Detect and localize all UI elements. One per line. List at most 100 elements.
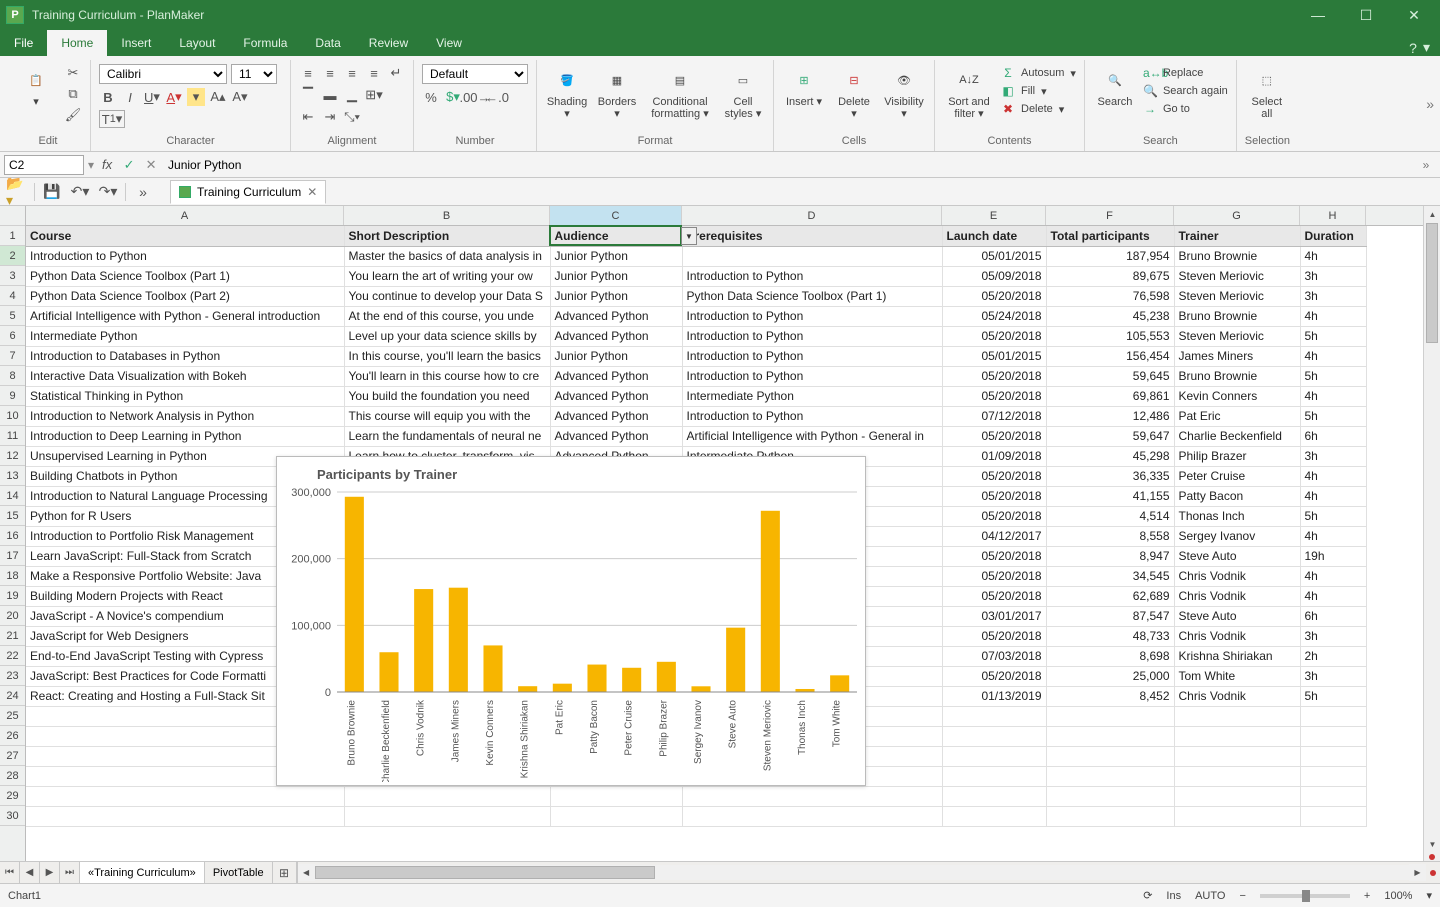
cell[interactable]	[1174, 766, 1300, 786]
delete-button[interactable]: ⊟Delete ▾	[832, 64, 876, 122]
row-header[interactable]: 25	[0, 706, 25, 726]
table-header-cell[interactable]: Course	[26, 226, 344, 246]
row-header[interactable]: 5	[0, 306, 25, 326]
cell[interactable]: 4,514	[1046, 506, 1174, 526]
row-header[interactable]: 29	[0, 786, 25, 806]
row-header[interactable]: 21	[0, 626, 25, 646]
cell[interactable]: Master the basics of data analysis in	[344, 246, 550, 266]
row-header[interactable]: 26	[0, 726, 25, 746]
formula-input[interactable]	[164, 155, 1412, 175]
cell[interactable]	[1300, 706, 1366, 726]
cell[interactable]: Junior Python	[550, 246, 682, 266]
cell[interactable]: 8,947	[1046, 546, 1174, 566]
cell[interactable]: 59,645	[1046, 366, 1174, 386]
row-header[interactable]: 7	[0, 346, 25, 366]
cell[interactable]: 5h	[1300, 506, 1366, 526]
valign-top-button[interactable]: ▔	[299, 86, 317, 104]
cell[interactable]: 4h	[1300, 346, 1366, 366]
cell[interactable]	[1046, 806, 1174, 826]
maximize-button[interactable]: ☐	[1346, 0, 1386, 30]
cell[interactable]: Chris Vodnik	[1174, 586, 1300, 606]
cell[interactable]: 05/20/2018	[942, 626, 1046, 646]
table-header-cell[interactable]: Audience	[550, 226, 682, 246]
menu-tab-insert[interactable]: Insert	[107, 30, 165, 56]
cell[interactable]: Advanced Python	[550, 386, 682, 406]
cell[interactable]: 25,000	[1046, 666, 1174, 686]
row-header[interactable]: 9	[0, 386, 25, 406]
cell[interactable]: Sergey Ivanov	[1174, 526, 1300, 546]
visibility-button[interactable]: 👁Visibility ▾	[882, 64, 926, 122]
cell[interactable]: Thonas Inch	[1174, 506, 1300, 526]
sheet-tab-active[interactable]: «Training Curriculum»	[80, 862, 205, 883]
undo-icon[interactable]: ↶▾	[69, 181, 91, 203]
ribbon-expand-icon[interactable]: »	[1426, 96, 1434, 112]
cell[interactable]: 05/20/2018	[942, 506, 1046, 526]
menu-tab-home[interactable]: Home	[47, 30, 107, 56]
row-header[interactable]: 18	[0, 566, 25, 586]
accept-icon[interactable]: ✓	[120, 156, 138, 174]
cell[interactable]: Intermediate Python	[682, 386, 942, 406]
row-header[interactable]: 19	[0, 586, 25, 606]
bold-button[interactable]: B	[99, 88, 117, 106]
zoom-slider[interactable]	[1260, 894, 1350, 898]
cell[interactable]: 03/01/2017	[942, 606, 1046, 626]
sync-icon[interactable]: ⟳	[1143, 889, 1152, 902]
cell[interactable]: James Miners	[1174, 346, 1300, 366]
row-header[interactable]: 15	[0, 506, 25, 526]
row-header[interactable]: 23	[0, 666, 25, 686]
cell[interactable]: 05/01/2015	[942, 346, 1046, 366]
dec-decimal-button[interactable]: ←.0	[488, 88, 506, 106]
row-header[interactable]: 4	[0, 286, 25, 306]
column-header[interactable]: C	[550, 206, 682, 225]
cell[interactable]	[1046, 766, 1174, 786]
cell[interactable]: Charlie Beckenfield	[1174, 426, 1300, 446]
cell[interactable]: 3h	[1300, 286, 1366, 306]
row-header[interactable]: 11	[0, 426, 25, 446]
row-header[interactable]: 6	[0, 326, 25, 346]
cell[interactable]	[1300, 746, 1366, 766]
cell[interactable]: Philip Brazer	[1174, 446, 1300, 466]
cell[interactable]: 4h	[1300, 246, 1366, 266]
cell[interactable]: 3h	[1300, 266, 1366, 286]
cell[interactable]: 87,547	[1046, 606, 1174, 626]
cell[interactable]: 19h	[1300, 546, 1366, 566]
close-doc-icon[interactable]: ✕	[307, 185, 317, 199]
cell[interactable]: 45,298	[1046, 446, 1174, 466]
copy-icon[interactable]: ⧉	[64, 85, 82, 103]
cell[interactable]: Patty Bacon	[1174, 486, 1300, 506]
autosum-button[interactable]: ΣAutosum ▾	[1001, 66, 1076, 80]
delete-contents-button[interactable]: ✖Delete ▾	[1001, 102, 1076, 116]
cell[interactable]: 5h	[1300, 686, 1366, 706]
column-header[interactable]: A	[26, 206, 344, 225]
cell[interactable]: 07/03/2018	[942, 646, 1046, 666]
cell-reference-input[interactable]	[4, 155, 84, 175]
cell[interactable]: Kevin Conners	[1174, 386, 1300, 406]
cell[interactable]	[1174, 726, 1300, 746]
orientation-button[interactable]: ⤡▾	[343, 108, 361, 126]
cell[interactable]: You'll learn in this course how to cre	[344, 366, 550, 386]
open-icon[interactable]: 📂▾	[6, 181, 28, 203]
cell[interactable]: 62,689	[1046, 586, 1174, 606]
cell[interactable]: 45,238	[1046, 306, 1174, 326]
add-sheet-icon[interactable]: ⊞	[273, 862, 297, 883]
cell[interactable]: Chris Vodnik	[1174, 686, 1300, 706]
cell[interactable]: 89,675	[1046, 266, 1174, 286]
cell[interactable]	[682, 246, 942, 266]
cell[interactable]: 05/20/2018	[942, 366, 1046, 386]
cell[interactable]: Steven Meriovic	[1174, 286, 1300, 306]
cell[interactable]	[942, 806, 1046, 826]
cell[interactable]: 3h	[1300, 446, 1366, 466]
cell[interactable]: Steve Auto	[1174, 546, 1300, 566]
cell[interactable]	[26, 806, 344, 826]
cell[interactable]	[26, 786, 344, 806]
format-painter-icon[interactable]: 🖌	[64, 106, 82, 124]
cell[interactable]: You learn the art of writing your ow	[344, 266, 550, 286]
sheet-nav-last-icon[interactable]: ⏭	[60, 862, 80, 883]
cell[interactable]: Pat Eric	[1174, 406, 1300, 426]
cell[interactable]: Introduction to Python	[26, 246, 344, 266]
cell[interactable]: Junior Python	[550, 286, 682, 306]
vertical-scrollbar[interactable]: ▲ ▼	[1423, 206, 1440, 861]
decrease-font-button[interactable]: A▾	[231, 88, 249, 106]
goto-button[interactable]: →Go to	[1143, 102, 1228, 116]
align-center-button[interactable]: ≡	[321, 64, 339, 82]
